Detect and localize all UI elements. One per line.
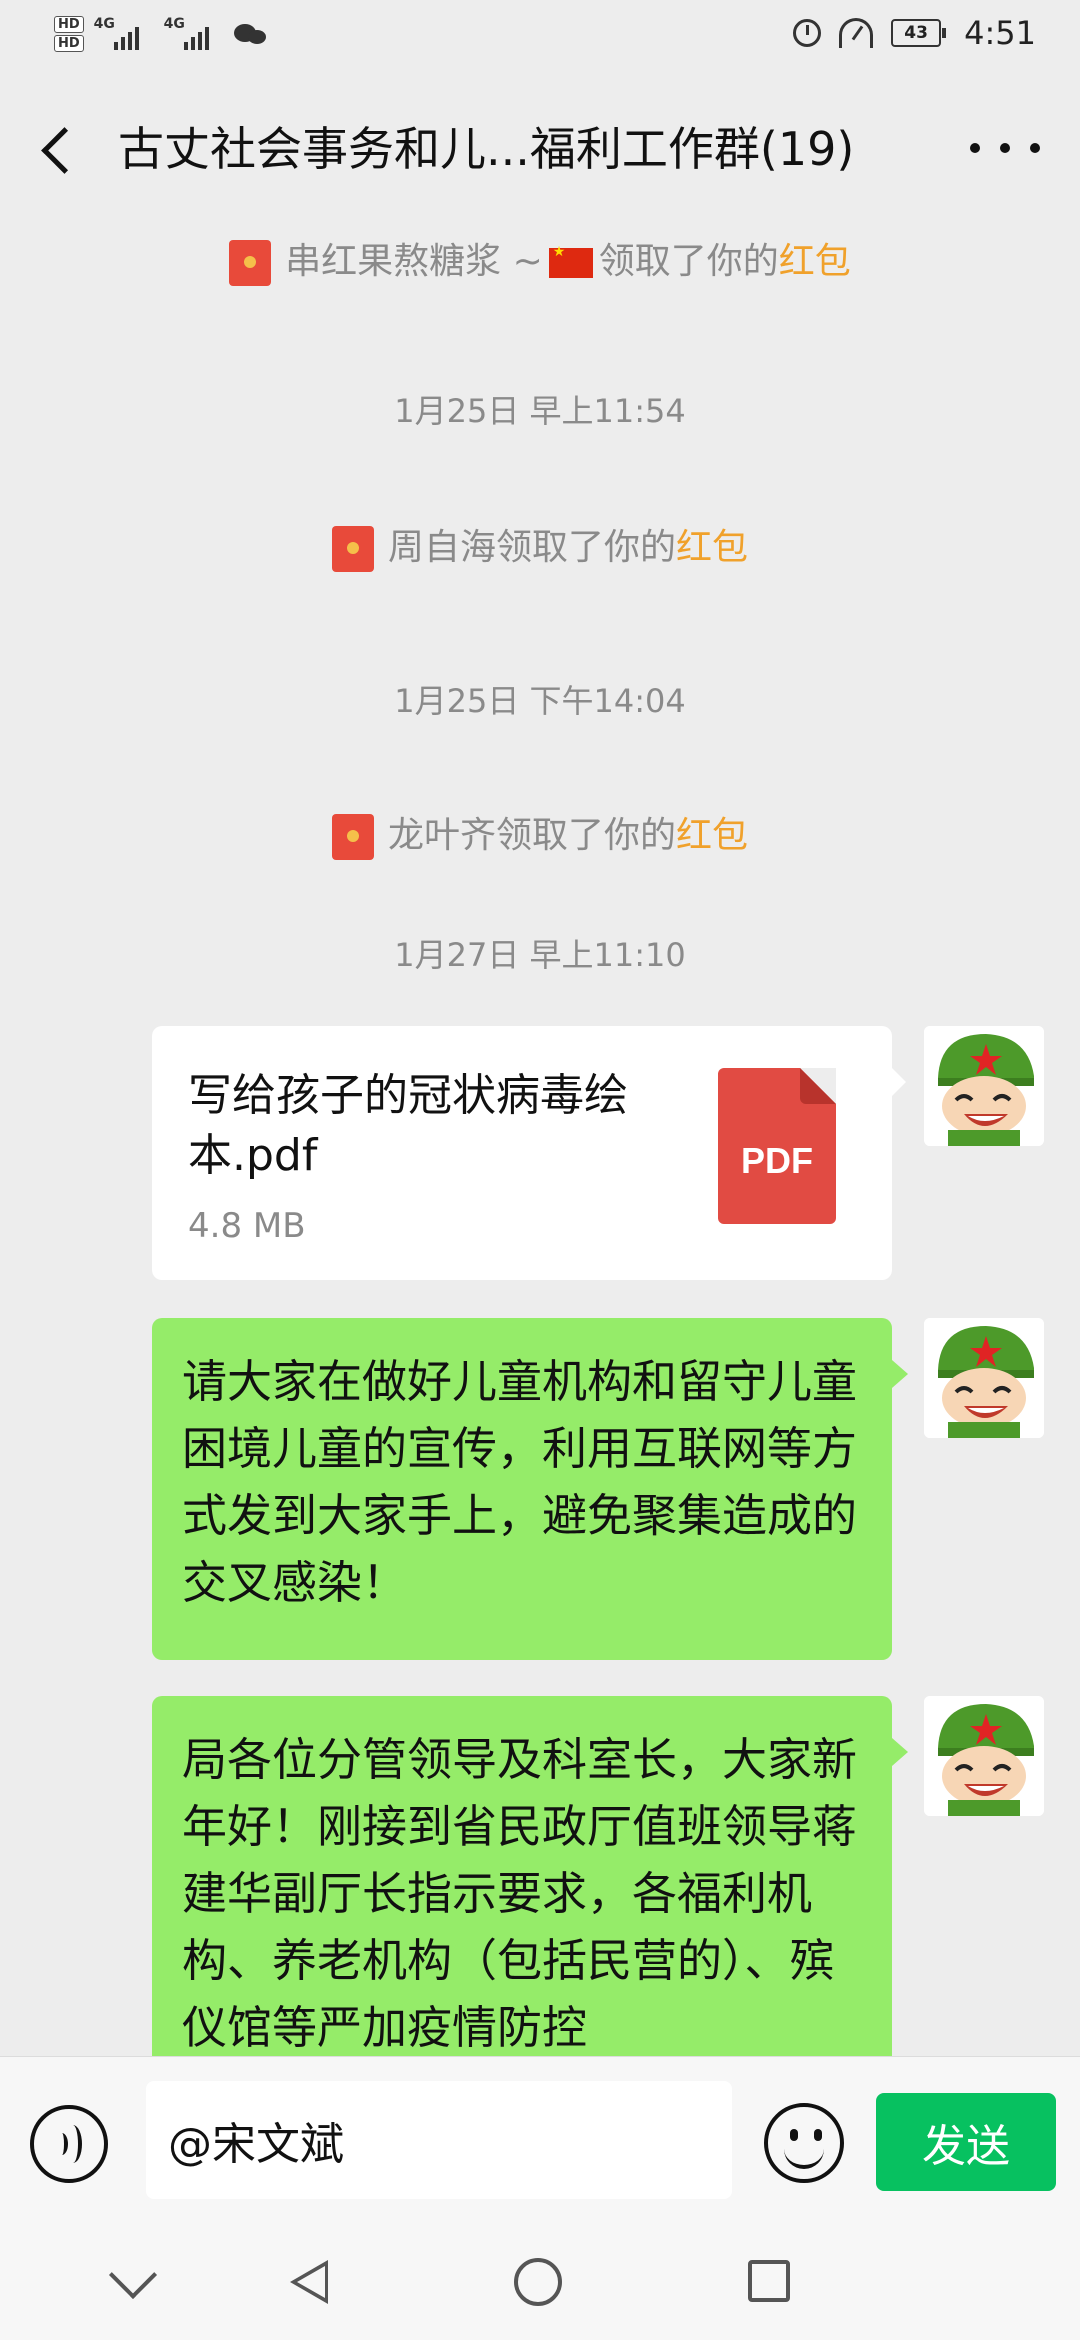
pdf-file-icon: PDF [718, 1068, 836, 1224]
network-label: 4G [93, 16, 115, 32]
voice-input-icon[interactable] [30, 2105, 108, 2183]
hd-badges: HD HD [54, 16, 84, 52]
avatar-soldier-icon [924, 1696, 1044, 1816]
avatar-soldier-icon [924, 1026, 1044, 1146]
network-label: 4G [163, 16, 185, 32]
red-packet-link[interactable]: 红包 [676, 527, 748, 568]
chat-header: 古丈社会事务和儿...福利工作群(19) [0, 78, 1080, 218]
timestamp: 1月27日 早上11:10 [394, 936, 686, 974]
nav-back-icon[interactable] [290, 2260, 328, 2304]
alarm-icon [793, 19, 822, 47]
china-flag-icon [548, 244, 593, 278]
chat-title: 古丈社会事务和儿...福利工作群(19) [118, 122, 855, 176]
nav-collapse-icon[interactable] [108, 2250, 158, 2300]
signal-icon: 4G [164, 14, 224, 54]
back-arrow-icon[interactable] [28, 114, 88, 184]
wechat-icon [233, 20, 270, 48]
more-options-icon[interactable] [970, 128, 1040, 168]
battery-level: 43 [891, 19, 942, 47]
system-nav-bar [0, 2228, 1080, 2340]
speed-icon [839, 18, 874, 48]
red-packet-icon [331, 526, 374, 572]
avatar[interactable] [924, 1318, 1044, 1438]
avatar-soldier-icon [924, 1318, 1044, 1438]
input-bar: 发送 [0, 2056, 1080, 2229]
file-message[interactable]: 写给孩子的冠状病毒绘本.pdf 4.8 MB PDF [152, 1026, 906, 1280]
bubble-tail [892, 1360, 908, 1388]
text-message[interactable]: 请大家在做好儿童机构和留守儿童困境儿童的宣传，利用互联网等方式发到大家手上，避免… [152, 1318, 892, 1660]
bubble-tail [892, 1738, 908, 1766]
file-size: 4.8 MB [188, 1206, 306, 1246]
red-packet-link[interactable]: 红包 [676, 815, 748, 856]
message-input[interactable] [146, 2081, 732, 2199]
status-right: 43 4:51 [793, 14, 1036, 52]
text-message[interactable]: 局各位分管领导及科室长，大家新年好！刚接到省民政厅值班领导蒋建华副厅长指示要求，… [152, 1696, 892, 2056]
battery-icon: 43 [891, 19, 947, 47]
hd-badge: HD [54, 16, 84, 33]
status-bar: HD HD 4G 4G 43 4:51 [0, 0, 1080, 78]
red-packet-icon [229, 240, 272, 286]
hd-badge: HD [54, 35, 84, 52]
timestamp: 1月25日 下午14:04 [394, 682, 686, 720]
nav-home-icon[interactable] [514, 2258, 562, 2306]
red-packet-icon [331, 814, 374, 860]
red-packet-notice: 龙叶齐领取了你的红包 [0, 806, 1080, 860]
status-left: HD HD 4G 4G [54, 14, 270, 54]
clock: 4:51 [964, 14, 1036, 52]
red-packet-link[interactable]: 红包 [779, 241, 851, 282]
emoji-icon[interactable] [764, 2103, 844, 2183]
send-button[interactable]: 发送 [876, 2093, 1056, 2191]
red-packet-notice: 串红果熬糖浆 ~领取了你的红包 [0, 232, 1080, 286]
file-name: 写给孩子的冠状病毒绘本.pdf [188, 1070, 628, 1181]
signal-icon: 4G [94, 14, 154, 54]
file-type-label: PDF [741, 1140, 813, 1181]
timestamp: 1月25日 早上11:54 [394, 392, 686, 430]
avatar[interactable] [924, 1026, 1044, 1146]
nav-recent-apps-icon[interactable] [748, 2260, 790, 2302]
red-packet-notice: 周自海领取了你的红包 [0, 518, 1080, 572]
avatar[interactable] [924, 1696, 1044, 1816]
